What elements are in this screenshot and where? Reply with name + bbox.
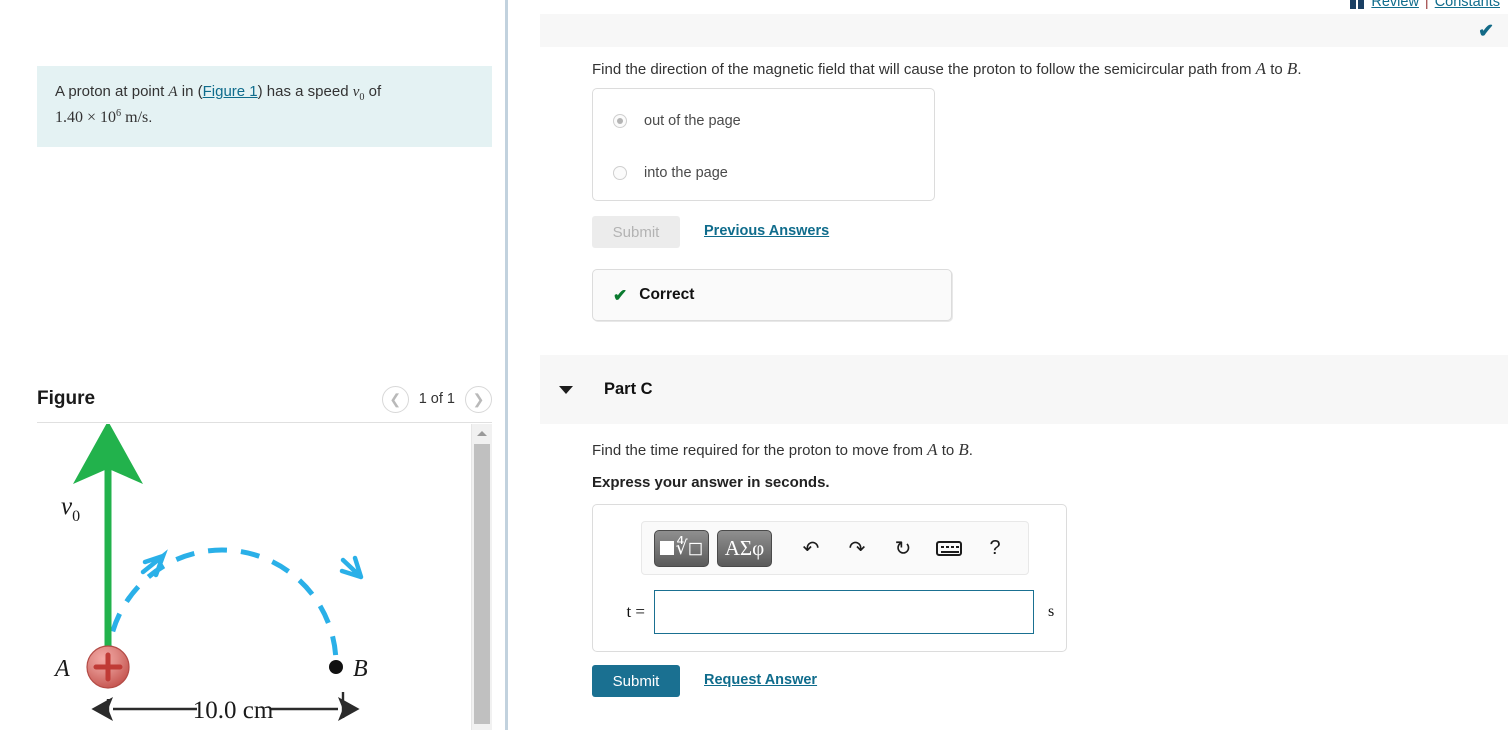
caret-up-icon[interactable] <box>472 424 492 442</box>
greek-symbols-icon[interactable]: ΑΣφ <box>717 529 772 567</box>
radio-option-into-page[interactable]: into the page <box>593 153 934 192</box>
problem-value-mantissa: 1.40 × 10 <box>55 108 117 126</box>
undo-icon[interactable]: ↶ <box>788 530 834 567</box>
figure-divider <box>37 422 492 423</box>
figure-1-link[interactable]: Figure 1 <box>203 83 258 100</box>
dimension-label: 10.0 cm <box>193 697 274 724</box>
previous-answers-link[interactable]: Previous Answers <box>704 223 829 239</box>
radio-button-selected-icon[interactable] <box>613 113 627 128</box>
velocity-label-sub: 0 <box>72 508 80 525</box>
part-b-question: Find the direction of the magnetic field… <box>592 59 1301 79</box>
feedback-label: Correct <box>639 286 695 303</box>
part-c-question-period: . <box>968 442 973 459</box>
math-toolbar: ∜◻ ΑΣφ ↶ ↷ ↻ ? <box>641 521 1029 575</box>
redo-icon[interactable]: ↷ <box>834 530 880 567</box>
point-b-marker <box>329 660 343 674</box>
part-c-question-text-2: to <box>937 442 959 459</box>
figure-viewport: v0 A B 10.0 cm <box>37 424 471 730</box>
right-pane-gutter <box>508 0 540 730</box>
math-template-icon[interactable]: ∜◻ <box>654 529 709 567</box>
part-c-question-text-1: Find the time required for the proton to… <box>592 442 928 459</box>
answer-input-row: t = s <box>609 590 1054 634</box>
problem-statement: A proton at point A in (Figure 1) has a … <box>37 66 492 147</box>
figure-navigation: ❮ 1 of 1 ❯ <box>381 385 492 413</box>
part-b-var-a: A <box>1255 59 1267 78</box>
point-b-label: B <box>353 656 368 682</box>
right-pane: ✔ Find the direction of the magnetic fie… <box>540 0 1508 730</box>
caret-down-icon[interactable] <box>559 385 573 394</box>
part-b-question-text-1: Find the direction of the magnetic field… <box>592 61 1256 78</box>
top-header: Review | Constants <box>1350 0 1500 13</box>
radio-option-label: into the page <box>644 164 728 181</box>
left-pane: A proton at point A in (Figure 1) has a … <box>0 0 505 730</box>
part-c-var-a: A <box>927 440 938 459</box>
problem-value-units: m/s <box>121 108 149 126</box>
radical-icon: ∜◻ <box>675 537 704 559</box>
figure-counter: 1 of 1 <box>418 391 455 407</box>
reset-icon[interactable]: ↻ <box>880 530 926 567</box>
problem-var-a: A <box>168 84 178 100</box>
keyboard-icon[interactable] <box>926 530 972 567</box>
part-b-question-period: . <box>1297 61 1302 78</box>
part-b-feedback-box: ✔ Correct <box>592 269 952 321</box>
answer-variable-label: t = <box>626 602 645 621</box>
figure-scrollbar[interactable] <box>471 424 492 730</box>
problem-text-4: of <box>364 83 382 100</box>
check-icon: ✔ <box>1478 21 1494 42</box>
part-c-var-b: B <box>958 440 969 459</box>
path-arrowhead-end <box>339 555 364 580</box>
semicircular-path <box>105 547 339 665</box>
scrollbar-thumb[interactable] <box>474 444 490 724</box>
radio-option-out-of-page[interactable]: out of the page <box>593 101 934 140</box>
problem-text-1: A proton at point <box>55 83 169 100</box>
velocity-label: v0 <box>61 493 80 525</box>
answer-unit-label: s <box>1048 603 1055 620</box>
part-c-instruction: Express your answer in seconds. <box>592 474 830 491</box>
point-a-label: A <box>53 656 70 682</box>
chevron-right-icon[interactable]: ❯ <box>465 385 492 413</box>
radio-button-icon[interactable] <box>613 165 627 180</box>
check-icon: ✔ <box>613 285 628 305</box>
part-c-submit-button[interactable]: Submit <box>592 665 680 697</box>
constants-link[interactable]: Constants <box>1435 0 1500 10</box>
problem-text-3: ) has a speed <box>257 83 353 100</box>
radio-option-label: out of the page <box>644 112 741 129</box>
part-c-title: Part C <box>604 380 653 398</box>
part-b-options-group: out of the page into the page <box>592 88 935 201</box>
help-icon[interactable]: ? <box>972 530 1018 567</box>
request-answer-link[interactable]: Request Answer <box>704 672 817 688</box>
part-c-header-bar[interactable]: Part C <box>540 355 1508 424</box>
review-link[interactable]: Review <box>1371 0 1419 10</box>
problem-text-2: in ( <box>177 83 203 100</box>
figure-panel-title: Figure <box>37 388 96 409</box>
part-b-submit-button[interactable]: Submit <box>592 216 680 248</box>
answer-input[interactable] <box>654 590 1034 634</box>
physics-diagram: v0 A B 10.0 cm <box>53 424 368 724</box>
problem-period: . <box>148 108 153 126</box>
part-c-answer-card: ∜◻ ΑΣφ ↶ ↷ ↻ ? t = s <box>592 504 1067 652</box>
part-c-question: Find the time required for the proton to… <box>592 440 973 460</box>
book-icon <box>1350 0 1365 9</box>
header-separator: | <box>1424 0 1429 10</box>
part-b-var-b: B <box>1286 59 1298 78</box>
part-b-header-bar[interactable] <box>540 14 1508 47</box>
figure-header: Figure ❮ 1 of 1 ❯ <box>37 378 492 420</box>
template-square-icon <box>659 541 674 555</box>
part-b-question-text-2: to <box>1266 61 1287 78</box>
chevron-left-icon[interactable]: ❮ <box>381 385 409 413</box>
